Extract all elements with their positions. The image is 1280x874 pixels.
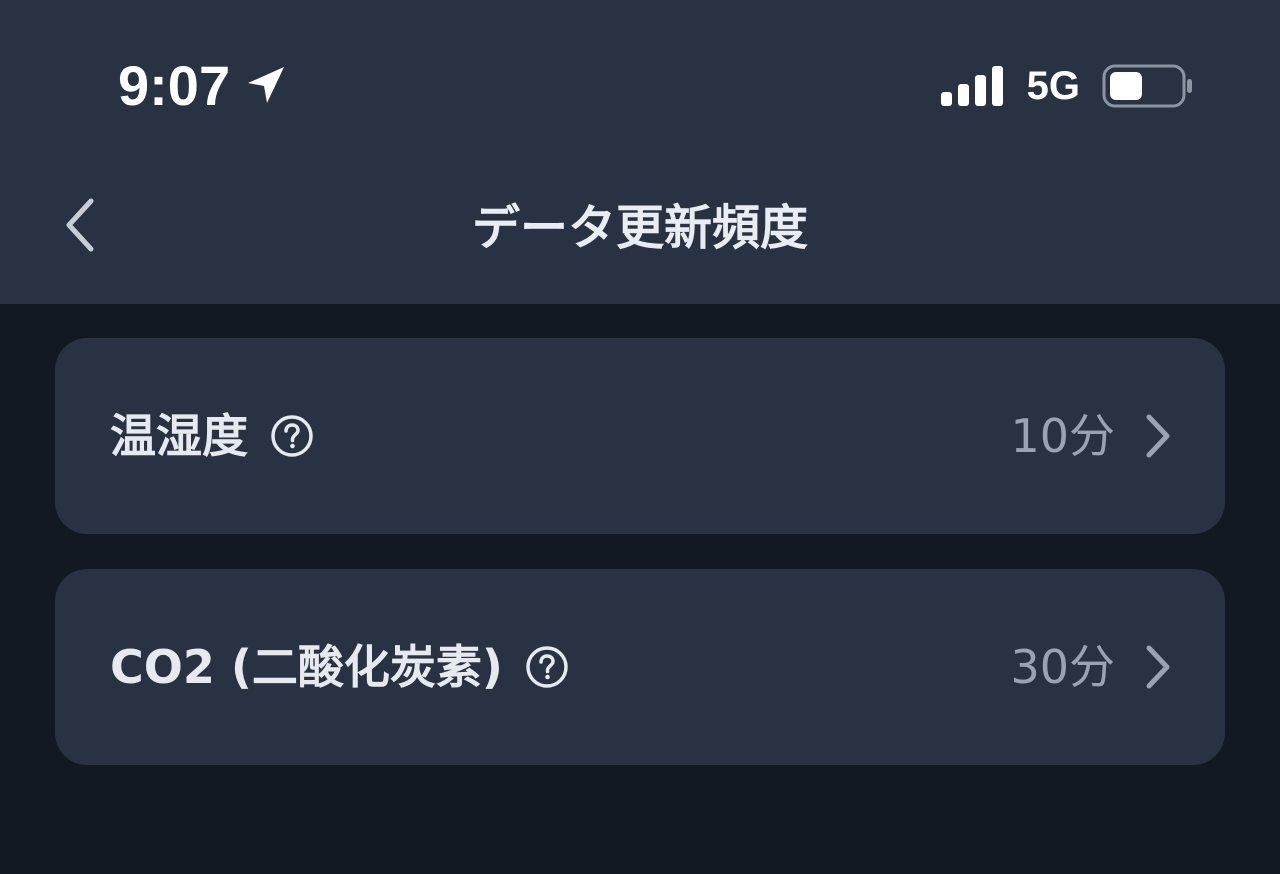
setting-row-temperature-humidity[interactable]: 温湿度 10分 bbox=[55, 338, 1225, 534]
question-circle-icon[interactable] bbox=[525, 645, 569, 689]
chevron-right-icon bbox=[1141, 642, 1175, 692]
location-arrow-icon bbox=[244, 63, 290, 109]
setting-label: CO2 (二酸化炭素) bbox=[110, 640, 503, 694]
page-title: データ更新頻度 bbox=[471, 200, 808, 256]
question-circle-icon[interactable] bbox=[270, 414, 314, 458]
setting-label: 温湿度 bbox=[110, 409, 248, 463]
battery-icon bbox=[1102, 63, 1194, 109]
status-time: 9:07 bbox=[118, 54, 231, 117]
header: 9:07 5G データ更新頻度 bbox=[0, 0, 1280, 304]
cellular-signal-icon bbox=[940, 66, 1005, 106]
navigation-bar: データ更新頻度 bbox=[0, 170, 1280, 290]
chevron-right-icon bbox=[1141, 411, 1175, 461]
status-indicators: 5G bbox=[940, 62, 1194, 110]
status-time-group: 9:07 bbox=[118, 54, 290, 118]
setting-value: 10分 bbox=[1010, 409, 1115, 463]
setting-value: 30分 bbox=[1010, 640, 1115, 694]
status-bar: 9:07 5G bbox=[0, 0, 1280, 170]
setting-row-co2[interactable]: CO2 (二酸化炭素) 30分 bbox=[55, 569, 1225, 765]
network-type: 5G bbox=[1026, 64, 1080, 108]
